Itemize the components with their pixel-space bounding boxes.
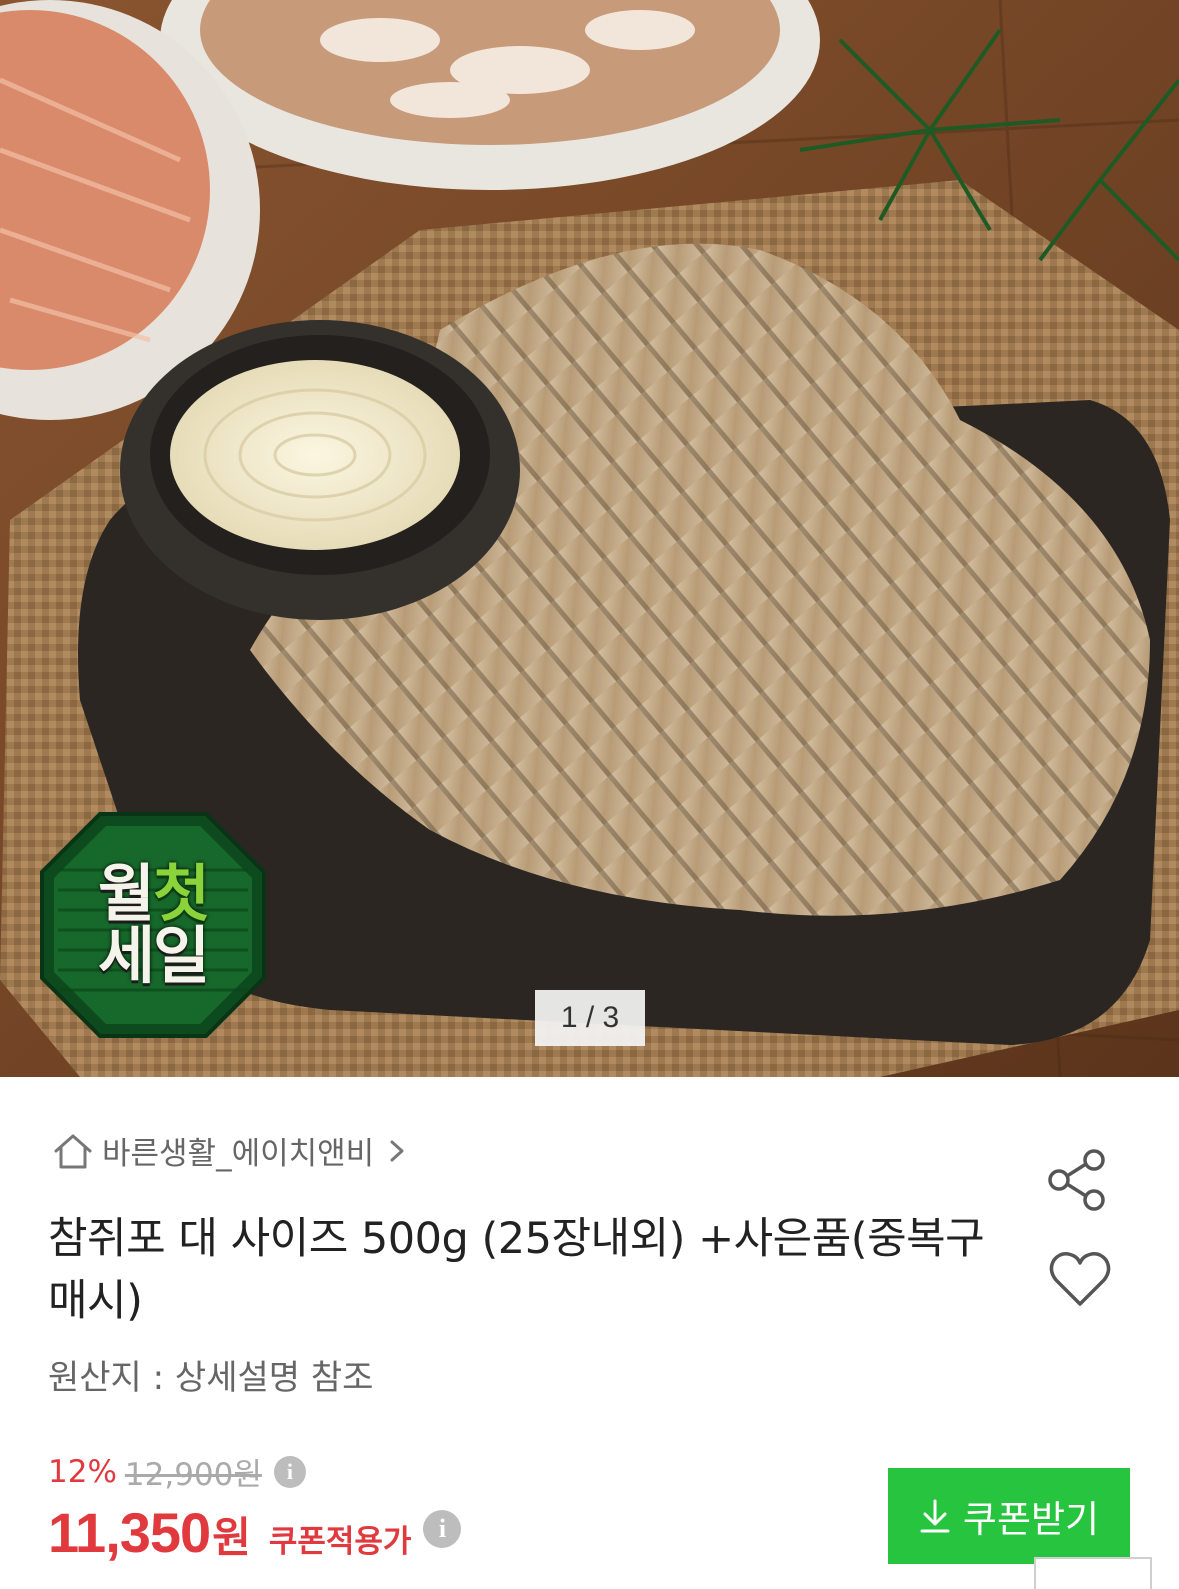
download-icon [920, 1499, 950, 1533]
badge-text-month: 월 [97, 857, 155, 930]
coupon-price-label: 쿠폰적용가 [268, 1524, 412, 1560]
product-detail-page: 월 첫 세일 1 / 3 바른생활_에이치앤비 참쥐포 대 사이즈 500g (… [0, 0, 1179, 1589]
get-coupon-label: 쿠폰받기 [962, 1499, 1100, 1540]
product-title: 참쥐포 대 사이즈 500g (25장내외) +사은품(중복구매시) [48, 1214, 985, 1326]
promo-badge: 월 첫 세일 [38, 810, 268, 1040]
get-coupon-button[interactable]: 쿠폰받기 [888, 1468, 1130, 1564]
home-icon [54, 1134, 92, 1168]
badge-text-sale: 세일 [97, 919, 210, 992]
coupon-info-icon[interactable]: i [423, 1509, 462, 1548]
origin-info: 원산지 : 상세설명 참조 [48, 1358, 374, 1398]
discount-percent: 12% [48, 1453, 117, 1490]
discount-row: 12% 12,900원 i [48, 1449, 306, 1494]
floating-tab-edge [1034, 1557, 1152, 1589]
final-price-unit: 원 [212, 1513, 251, 1562]
share-icon[interactable] [1046, 1148, 1110, 1212]
heart-icon[interactable] [1048, 1250, 1112, 1308]
badge-text-first: 첫 [153, 857, 210, 930]
seller-name: 바른생활_에이치앤비 [102, 1136, 375, 1172]
seller-link[interactable]: 바른생활_에이치앤비 [52, 1128, 406, 1173]
info-icon[interactable]: i [273, 1455, 306, 1488]
badge-label: 월 첫 세일 [38, 810, 268, 1040]
chevron-right-icon [390, 1140, 404, 1161]
image-page-indicator: 1 / 3 [535, 990, 645, 1046]
original-price: 12,900원 [124, 1457, 262, 1493]
product-image-gallery[interactable]: 월 첫 세일 1 / 3 [0, 0, 1179, 1077]
final-price-row: 11,350 원 쿠폰적용가 i [48, 1500, 462, 1565]
final-price: 11,350 [48, 1501, 211, 1564]
